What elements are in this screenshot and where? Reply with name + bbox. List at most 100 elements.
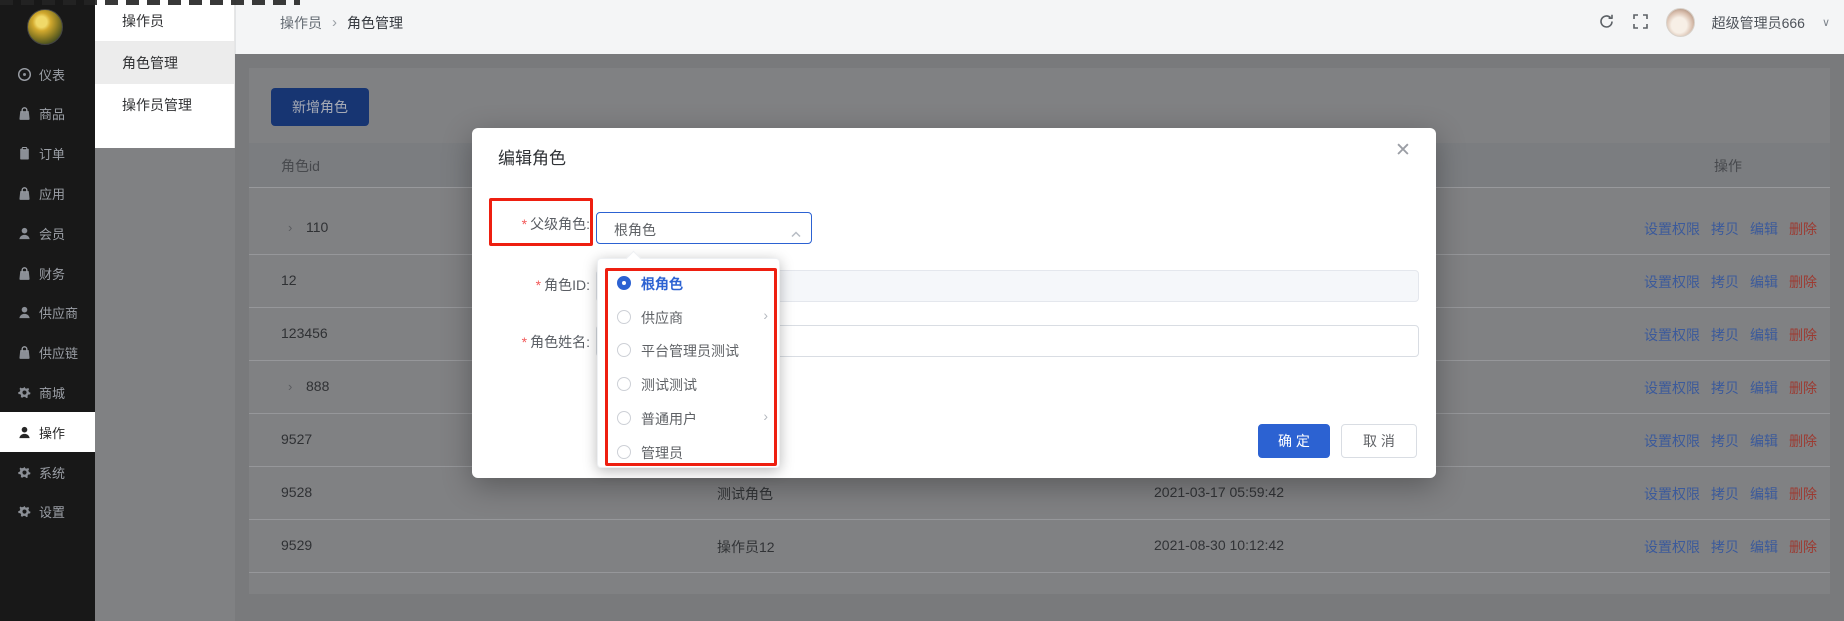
row-actions: 设置权限拷贝编辑删除 — [1644, 537, 1817, 557]
action-link-编辑[interactable]: 编辑 — [1750, 219, 1778, 239]
radio-icon — [617, 343, 631, 357]
sidebar-item-应用[interactable]: 应用 — [0, 173, 95, 213]
action-link-删除[interactable]: 删除 — [1789, 325, 1817, 345]
sidebar-item-商品[interactable]: 商品 — [0, 94, 95, 134]
cell-role-id: 9529 — [281, 537, 312, 553]
person-icon — [17, 226, 32, 241]
action-link-编辑[interactable]: 编辑 — [1750, 325, 1778, 345]
refresh-icon[interactable] — [1598, 13, 1615, 33]
sidebar-item-仪表[interactable]: 仪表 — [0, 54, 95, 94]
action-link-设置权限[interactable]: 设置权限 — [1644, 537, 1700, 557]
clipboard-icon — [17, 146, 32, 161]
cell-role-name: 操作员12 — [717, 537, 775, 557]
sidebar-item-label: 商品 — [39, 104, 65, 123]
cell-role-id: 9528 — [281, 484, 312, 500]
sidebar-item-操作[interactable]: 操作 — [0, 412, 95, 452]
action-link-删除[interactable]: 删除 — [1789, 537, 1817, 557]
expand-row-icon[interactable]: › — [288, 220, 292, 235]
sidebar-item-订单[interactable]: 订单 — [0, 134, 95, 174]
expand-row-icon[interactable]: › — [288, 379, 292, 394]
add-role-button[interactable]: 新增角色 — [271, 88, 369, 126]
parent-role-select[interactable]: 根角色 — [596, 212, 812, 244]
parent-role-dropdown: 根角色供应商› 平台管理员测试测试测试普通用户› 管理员 — [597, 258, 780, 468]
header-actions: 超级管理员666 ∨ — [1598, 0, 1830, 45]
option-label: 平台管理员测试 — [641, 341, 739, 361]
dropdown-option-根角色[interactable]: 根角色 — [598, 266, 781, 300]
fullscreen-icon[interactable] — [1632, 13, 1649, 33]
avatar[interactable] — [1666, 8, 1695, 37]
radio-icon — [617, 411, 631, 425]
dropdown-option-供应商[interactable]: 供应商› — [598, 300, 781, 334]
row-actions: 设置权限拷贝编辑删除 — [1644, 325, 1817, 345]
option-label: 管理员 — [641, 443, 683, 463]
bag-icon — [17, 106, 32, 121]
action-link-设置权限[interactable]: 设置权限 — [1644, 431, 1700, 451]
action-link-编辑[interactable]: 编辑 — [1750, 431, 1778, 451]
cell-created-at: 2021-08-30 10:12:42 — [1154, 537, 1284, 553]
action-link-拷贝[interactable]: 拷贝 — [1711, 378, 1739, 398]
sidebar-item-label: 系统 — [39, 463, 65, 482]
sidebar-item-商城[interactable]: 商城 — [0, 372, 95, 412]
action-link-删除[interactable]: 删除 — [1789, 219, 1817, 239]
secondary-sidebar: 操作员 角色管理操作员管理 — [95, 0, 235, 148]
row-actions: 设置权限拷贝编辑删除 — [1644, 484, 1817, 504]
sidebar-item-label: 操作 — [39, 423, 65, 442]
action-link-删除[interactable]: 删除 — [1789, 272, 1817, 292]
action-link-删除[interactable]: 删除 — [1789, 484, 1817, 504]
option-label: 供应商 — [641, 308, 683, 328]
action-link-编辑[interactable]: 编辑 — [1750, 272, 1778, 292]
role-name-label: *角色姓名: — [472, 332, 590, 352]
cropped-text-sliver — [0, 0, 300, 5]
option-label: 根角色 — [641, 274, 683, 294]
sidebar-item-供应商[interactable]: 供应商 — [0, 293, 95, 333]
action-link-编辑[interactable]: 编辑 — [1750, 378, 1778, 398]
cell-role-id: 110 — [306, 219, 328, 235]
action-link-拷贝[interactable]: 拷贝 — [1711, 272, 1739, 292]
action-link-拷贝[interactable]: 拷贝 — [1711, 484, 1739, 504]
user-menu[interactable]: 超级管理员666 — [1712, 13, 1805, 33]
option-label: 测试测试 — [641, 375, 697, 395]
dropdown-option-普通用户[interactable]: 普通用户› — [598, 401, 781, 435]
confirm-button[interactable]: 确 定 — [1258, 424, 1330, 458]
action-link-拷贝[interactable]: 拷贝 — [1711, 325, 1739, 345]
option-label: 普通用户 — [641, 409, 697, 429]
top-header: 操作员 › 角色管理 超级管理员666 ∨ — [235, 0, 1844, 54]
action-link-设置权限[interactable]: 设置权限 — [1644, 484, 1700, 504]
dropdown-option-平台管理员测试[interactable]: 平台管理员测试 — [598, 333, 781, 367]
submenu-item-角色管理[interactable]: 角色管理 — [95, 42, 234, 84]
action-link-删除[interactable]: 删除 — [1789, 431, 1817, 451]
action-link-设置权限[interactable]: 设置权限 — [1644, 272, 1700, 292]
action-link-拷贝[interactable]: 拷贝 — [1711, 431, 1739, 451]
cancel-button[interactable]: 取 消 — [1341, 424, 1417, 458]
action-link-拷贝[interactable]: 拷贝 — [1711, 219, 1739, 239]
gear-icon — [17, 504, 32, 519]
close-icon[interactable]: ✕ — [1388, 136, 1418, 166]
row-actions: 设置权限拷贝编辑删除 — [1644, 219, 1817, 239]
action-link-拷贝[interactable]: 拷贝 — [1711, 537, 1739, 557]
sidebar-item-设置[interactable]: 设置 — [0, 492, 95, 532]
action-link-编辑[interactable]: 编辑 — [1750, 484, 1778, 504]
action-link-编辑[interactable]: 编辑 — [1750, 537, 1778, 557]
action-link-设置权限[interactable]: 设置权限 — [1644, 219, 1700, 239]
breadcrumb-item[interactable]: 操作员 — [280, 13, 322, 33]
radio-icon — [617, 377, 631, 391]
app-logo[interactable] — [27, 9, 63, 45]
person-icon — [17, 305, 32, 320]
action-link-删除[interactable]: 删除 — [1789, 378, 1817, 398]
gauge-icon — [17, 67, 32, 82]
submenu-item-操作员管理[interactable]: 操作员管理 — [95, 84, 234, 126]
sidebar-item-会员[interactable]: 会员 — [0, 213, 95, 253]
sidebar-item-财务[interactable]: 财务 — [0, 253, 95, 293]
cell-role-id: 9527 — [281, 431, 312, 447]
action-link-设置权限[interactable]: 设置权限 — [1644, 378, 1700, 398]
radio-icon — [617, 276, 631, 290]
bag-icon — [17, 186, 32, 201]
dropdown-option-管理员[interactable]: 管理员 — [598, 435, 781, 469]
module-title: 操作员 — [95, 0, 234, 42]
breadcrumb: 操作员 › 角色管理 — [280, 0, 403, 45]
sidebar-item-label: 财务 — [39, 264, 65, 283]
action-link-设置权限[interactable]: 设置权限 — [1644, 325, 1700, 345]
sidebar-item-系统[interactable]: 系统 — [0, 452, 95, 492]
dropdown-option-测试测试[interactable]: 测试测试 — [598, 367, 781, 401]
sidebar-item-供应链[interactable]: 供应链 — [0, 333, 95, 373]
